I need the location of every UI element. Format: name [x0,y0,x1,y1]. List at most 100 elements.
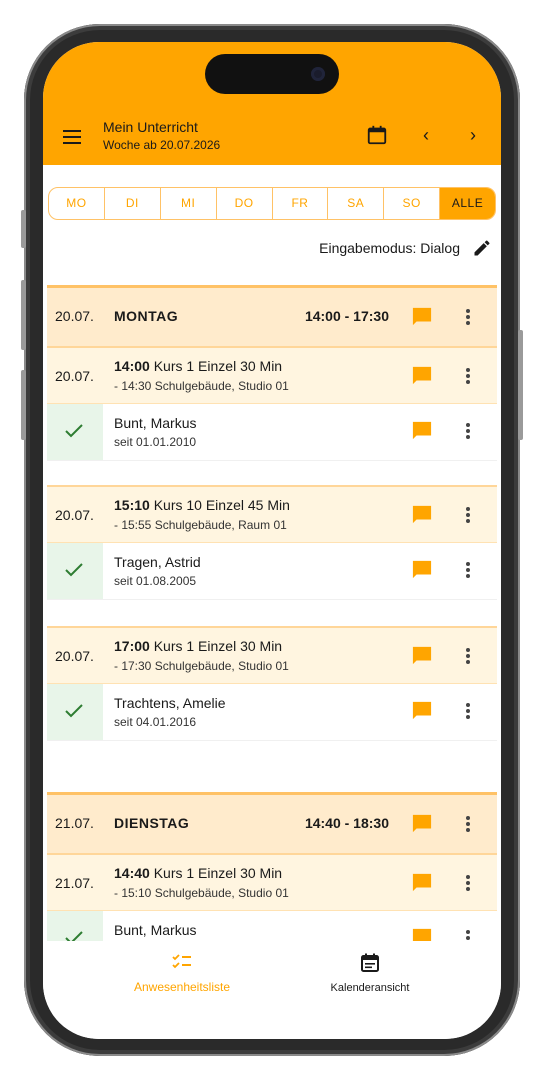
comment-icon[interactable] [411,505,433,525]
app-bar: Mein Unterricht Woche ab 20.07.2026 ‹ › [43,42,501,165]
lesson-title: 14:40 Kurs 1 Einzel 30 Min [114,865,282,881]
lesson-row[interactable]: 20.07. 17:00 Kurs 1 Einzel 30 Min - 17:3… [47,626,497,684]
student-row[interactable]: Bunt, Markus [47,911,497,942]
nav-attendance-list[interactable]: Anwesenheitsliste [127,953,237,994]
lesson-date: 21.07. [55,875,94,891]
student-row[interactable]: Trachtens, Amelie seit 04.01.2016 [47,684,497,741]
lesson-list: 20.07. MONTAG 14:00 - 17:30 20.07. 14:00… [47,285,497,942]
attendance-check[interactable] [47,543,103,599]
lesson-start: 14:00 [114,358,150,374]
lesson-course: Kurs 10 Einzel 45 Min [153,497,290,513]
comment-icon[interactable] [411,928,433,942]
comment-icon[interactable] [411,560,433,580]
check-icon [65,563,83,577]
comment-icon[interactable] [411,307,433,327]
student-since: seit 01.08.2005 [114,574,197,588]
lesson-detail: - 14:30 Schulgebäude, Studio 01 [114,379,289,393]
tab-fr[interactable]: FR [273,188,329,219]
comment-icon[interactable] [411,366,433,386]
tab-sa[interactable]: SA [328,188,385,219]
nav-calendar-view[interactable]: Kalenderansicht [315,953,425,994]
nav-calendar-label: Kalenderansicht [330,982,410,994]
more-vert-icon[interactable] [466,507,470,523]
checklist-icon [172,954,191,969]
power-button [518,330,523,440]
lesson-course: Kurs 1 Einzel 30 Min [153,638,283,654]
lesson-start: 15:10 [114,497,150,513]
pencil-icon[interactable] [472,238,492,258]
comment-icon[interactable] [411,646,433,666]
tab-alle[interactable]: ALLE [440,188,495,219]
student-row[interactable]: Tragen, Astrid seit 01.08.2005 [47,543,497,600]
input-mode-row: Eingabemodus: Dialog [319,236,492,260]
bottom-navigation: Anwesenheitsliste Kalenderansicht [43,941,501,1039]
day-time-range: 14:40 - 18:30 [304,815,389,831]
lesson-start: 17:00 [114,638,150,654]
lesson-detail: - 15:55 Schulgebäude, Raum 01 [114,518,287,532]
more-vert-icon[interactable] [466,423,470,439]
day-header-row[interactable]: 21.07. DIENSTAG 14:40 - 18:30 [47,792,497,853]
attendance-check[interactable] [47,404,103,460]
input-mode-label: Eingabemodus: Dialog [319,240,460,256]
day-name: MONTAG [114,308,179,324]
lesson-date: 20.07. [55,648,94,664]
student-since: seit 01.01.2010 [114,435,197,449]
lesson-course: Kurs 1 Einzel 30 Min [153,865,283,881]
tab-mo[interactable]: MO [49,188,105,219]
student-row[interactable]: Bunt, Markus seit 01.01.2010 [47,404,497,461]
more-vert-icon[interactable] [466,816,470,832]
comment-icon[interactable] [411,873,433,893]
lesson-row[interactable]: 21.07. 14:40 Kurs 1 Einzel 30 Min - 15:1… [47,853,497,911]
tab-so[interactable]: SO [384,188,441,219]
day-date: 20.07. [55,308,94,324]
check-icon [65,704,83,718]
lesson-date: 20.07. [55,368,94,384]
day-filter-tabs: MO DI MI DO FR SA SO ALLE [48,187,496,220]
lesson-date: 20.07. [55,507,94,523]
student-name: Bunt, Markus [114,415,197,431]
menu-icon[interactable] [63,130,81,144]
attendance-check[interactable] [47,911,103,942]
next-week-button[interactable]: › [462,124,484,146]
lesson-detail: - 15:10 Schulgebäude, Studio 01 [114,886,289,900]
nav-attendance-label: Anwesenheitsliste [133,980,231,994]
lesson-row[interactable]: 20.07. 14:00 Kurs 1 Einzel 30 Min - 14:3… [47,346,497,404]
comment-icon[interactable] [411,814,433,834]
prev-week-button[interactable]: ‹ [415,124,437,146]
screen: Mein Unterricht Woche ab 20.07.2026 ‹ › … [43,42,501,1039]
more-vert-icon[interactable] [466,875,470,891]
day-name: DIENSTAG [114,815,190,831]
more-vert-icon[interactable] [466,648,470,664]
student-name: Bunt, Markus [114,922,197,938]
action-button [21,210,26,248]
lesson-course: Kurs 1 Einzel 30 Min [153,358,283,374]
tab-di[interactable]: DI [105,188,161,219]
lesson-row[interactable]: 20.07. 15:10 Kurs 10 Einzel 45 Min - 15:… [47,485,497,543]
event-note-icon [361,953,379,972]
lesson-detail: - 17:30 Schulgebäude, Studio 01 [114,659,289,673]
volume-down-button [21,370,26,440]
tab-do[interactable]: DO [217,188,273,219]
calendar-icon[interactable] [366,124,388,146]
dynamic-island [205,54,339,94]
day-date: 21.07. [55,815,94,831]
comment-icon[interactable] [411,421,433,441]
comment-icon[interactable] [411,701,433,721]
week-subtitle: Woche ab 20.07.2026 [103,138,221,152]
tab-mi[interactable]: MI [161,188,217,219]
day-time-range: 14:00 - 17:30 [304,308,389,324]
page-title: Mein Unterricht [103,119,198,135]
student-name: Trachtens, Amelie [114,695,226,711]
more-vert-icon[interactable] [466,562,470,578]
lesson-start: 14:40 [114,865,150,881]
more-vert-icon[interactable] [466,368,470,384]
student-name: Tragen, Astrid [114,554,201,570]
camera-icon [311,67,325,81]
more-vert-icon[interactable] [466,309,470,325]
volume-up-button [21,280,26,350]
student-since: seit 04.01.2016 [114,715,197,729]
attendance-check[interactable] [47,684,103,740]
lesson-title: 17:00 Kurs 1 Einzel 30 Min [114,638,282,654]
more-vert-icon[interactable] [466,703,470,719]
day-header-row[interactable]: 20.07. MONTAG 14:00 - 17:30 [47,285,497,346]
